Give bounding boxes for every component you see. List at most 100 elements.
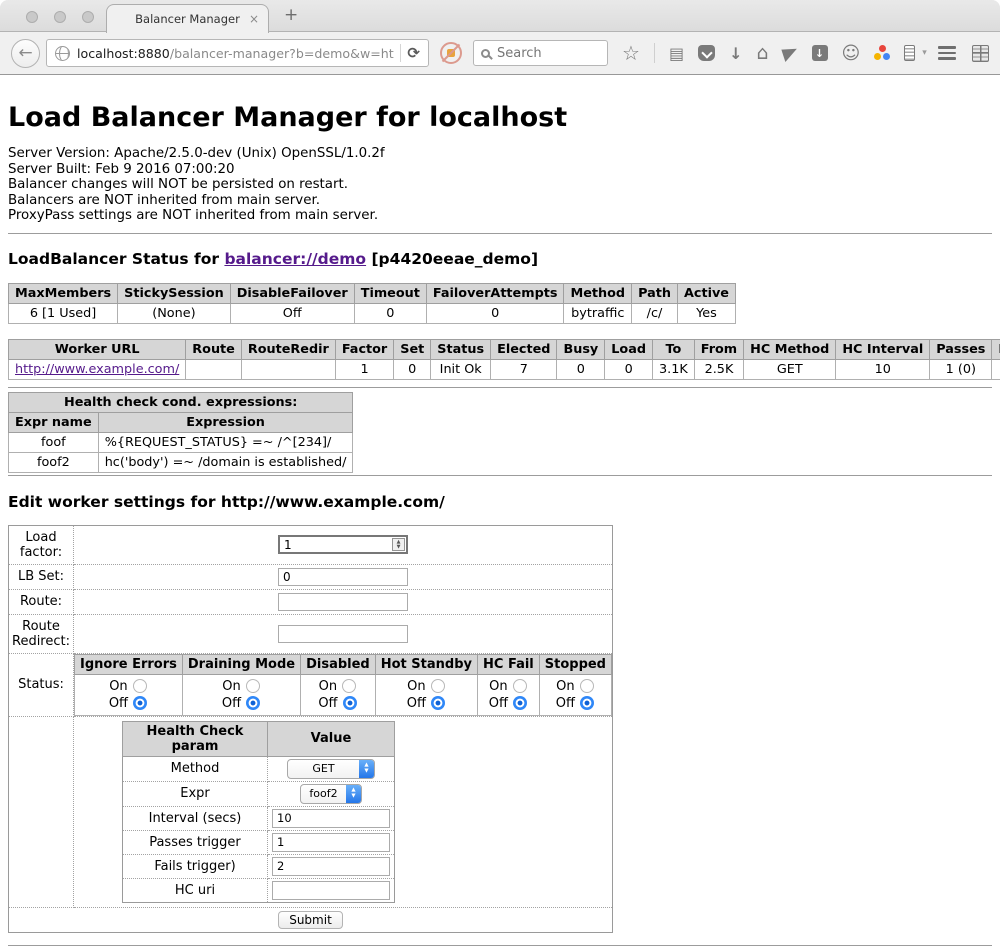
back-button[interactable]: ←	[11, 39, 40, 68]
separator	[8, 233, 992, 234]
new-tab-button[interactable]: +	[284, 5, 298, 25]
radio-disabled-off[interactable]	[343, 696, 357, 710]
worker-cell: 7	[491, 359, 557, 379]
back-arrow-icon: ←	[18, 43, 32, 63]
expr-column-header: Expression	[98, 412, 353, 432]
radio-disabled-on[interactable]	[342, 679, 356, 693]
lb-column-header: MaxMembers	[9, 283, 118, 303]
route-redirect-input[interactable]	[278, 625, 408, 643]
submit-button[interactable]: Submit	[278, 911, 343, 929]
lb-cell: Off	[230, 303, 354, 323]
menu-icon[interactable]	[938, 46, 956, 60]
url-bar[interactable]: localhost:8880/balancer-manager?b=demo&w…	[46, 39, 429, 67]
route-redirect-label: Route Redirect:	[9, 614, 74, 653]
radio-label: Off	[556, 695, 575, 712]
home-icon[interactable]: ⌂	[756, 42, 768, 64]
radio-stopped-off[interactable]	[580, 696, 594, 710]
reading-list-icon[interactable]: ▤	[669, 44, 684, 63]
save-panel-icon[interactable]: ↓	[812, 45, 828, 61]
radio-hc-fail-off[interactable]	[513, 696, 527, 710]
radio-ignore-errors-on[interactable]	[133, 679, 147, 693]
passes-trigger-label: Passes trigger	[123, 830, 268, 854]
radio-label: Off	[318, 695, 337, 712]
worker-column-header: HC Interval	[836, 339, 930, 359]
worker-header-row: Worker URLRouteRouteRedirFactorSetStatus…	[9, 339, 1000, 359]
down-arrow-icon: ▼	[364, 769, 368, 775]
radio-ignore-errors-off[interactable]	[133, 696, 147, 710]
fails-trigger-input[interactable]	[272, 857, 390, 876]
lb-cell: Yes	[677, 303, 735, 323]
blocked-content-icon[interactable]	[440, 42, 462, 64]
device-icon[interactable]	[904, 45, 915, 61]
lb-column-header: DisableFailover	[230, 283, 354, 303]
search-input[interactable]	[497, 46, 587, 61]
method-row: MethodGET▲▼	[123, 756, 395, 781]
chevron-down-icon[interactable]: ▾	[922, 48, 927, 58]
tab-close-icon[interactable]: ×	[249, 12, 259, 26]
expr-select[interactable]: foof2▲▼	[300, 784, 362, 804]
radio-hc-fail-on[interactable]	[513, 679, 527, 693]
expr-row: Exprfoof2▲▼	[123, 781, 395, 806]
globe-icon	[55, 46, 70, 61]
worker-cell: 0	[557, 359, 605, 379]
radio-label: On	[407, 678, 425, 695]
minimize-window-button[interactable]	[54, 11, 66, 23]
route-input[interactable]	[278, 593, 408, 611]
radio-draining-mode-off[interactable]	[246, 696, 260, 710]
send-tab-icon[interactable]	[781, 45, 799, 62]
status-header-row: Ignore ErrorsDraining ModeDisabledHot St…	[75, 654, 612, 674]
passes-trigger-input[interactable]	[272, 833, 390, 852]
down-arrow-icon: ▼	[351, 794, 355, 800]
radio-line: On	[482, 678, 535, 695]
number-stepper-icon: ▲▼	[392, 538, 405, 551]
lb-column-header: FailoverAttempts	[426, 283, 564, 303]
separator	[8, 475, 992, 476]
downloads-icon[interactable]: ↓	[729, 44, 742, 63]
radio-hot-standby-on[interactable]	[431, 679, 445, 693]
bookmark-star-icon[interactable]: ☆	[622, 43, 640, 63]
worker-url-link[interactable]: http://www.example.com/	[15, 362, 179, 377]
lb-set-value-cell	[74, 564, 613, 589]
toolbar-divider	[654, 43, 655, 63]
hc-uri-value-cell	[268, 878, 395, 902]
radio-label: On	[109, 678, 127, 695]
reload-icon[interactable]: ⟳	[407, 44, 422, 62]
search-bar[interactable]	[473, 40, 608, 66]
interval-secs-value-cell	[268, 806, 395, 830]
fails-trigger-label: Fails trigger)	[123, 854, 268, 878]
extension-grid-icon[interactable]	[972, 45, 989, 62]
interval-secs-input[interactable]	[272, 809, 390, 828]
page-content: Load Balancer Manager for localhost Serv…	[0, 75, 1000, 946]
worker-cell: Init Ok	[431, 359, 491, 379]
zoom-window-button[interactable]	[82, 11, 94, 23]
url-domain: localhost:8880	[77, 46, 170, 61]
select-value: foof2	[301, 787, 346, 800]
feedback-smiley-icon[interactable]: ☺	[842, 43, 861, 64]
blue-dot	[883, 53, 890, 60]
close-window-button[interactable]	[26, 11, 38, 23]
tab-balancer-manager[interactable]: Balancer Manager ×	[106, 4, 269, 33]
hc-uri-input[interactable]	[272, 881, 390, 900]
number-input-wrap: ▲▼	[278, 535, 408, 554]
radio-stopped-on[interactable]	[580, 679, 594, 693]
radio-draining-mode-on[interactable]	[246, 679, 260, 693]
method-select[interactable]: GET▲▼	[287, 759, 375, 779]
expr-name-cell: foof2	[9, 452, 99, 472]
expr-caption: Health check cond. expressions:	[9, 392, 353, 412]
expr-column-header: Expr name	[9, 412, 99, 432]
worker-column-header: Busy	[557, 339, 605, 359]
url-path: /balancer-manager?b=demo&w=http://www.ex…	[170, 46, 395, 61]
status-cell-draining-mode: OnOff	[182, 674, 300, 715]
worker-cell	[186, 359, 242, 379]
lb-set-input[interactable]	[278, 568, 408, 586]
route-redirect-value-cell	[74, 614, 613, 653]
tab-title: Balancer Manager	[135, 12, 240, 26]
server-version-line: Server Version: Apache/2.5.0-dev (Unix) …	[8, 146, 992, 162]
balancer-demo-link[interactable]: balancer://demo	[224, 250, 366, 268]
pocket-icon[interactable]	[698, 45, 715, 61]
worker-cell: 0	[605, 359, 653, 379]
radio-hot-standby-off[interactable]	[431, 696, 445, 710]
load-factor-input[interactable]	[278, 535, 408, 554]
colored-dots-icon[interactable]	[874, 45, 890, 61]
status-column-ignore-errors: Ignore Errors	[75, 654, 183, 674]
